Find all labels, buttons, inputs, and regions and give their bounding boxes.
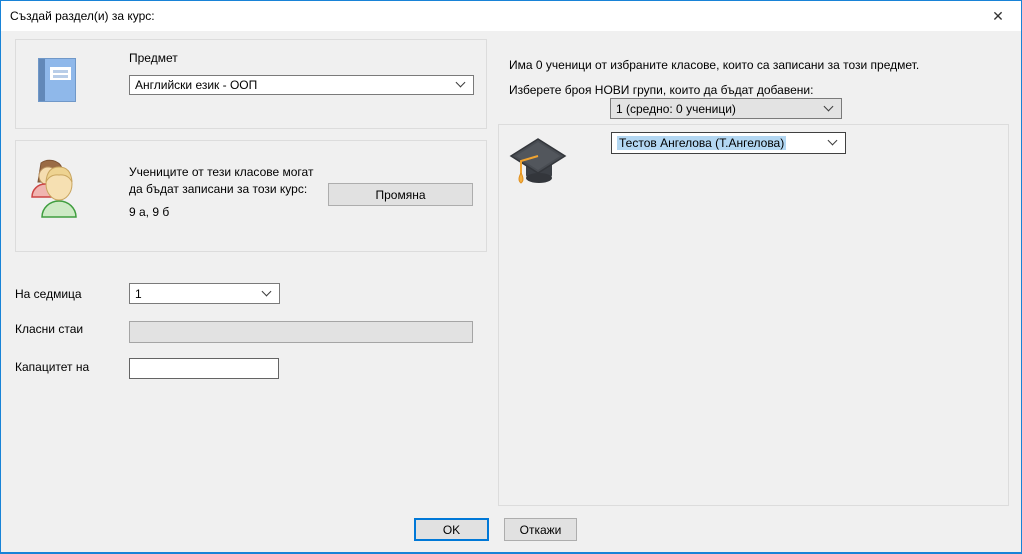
- teacher-combobox[interactable]: Тестов Ангелова (Т.Ангелова): [611, 132, 846, 154]
- teacher-combobox-value: Тестов Ангелова (Т.Ангелова): [617, 136, 786, 150]
- ok-button-label: OK: [443, 523, 460, 537]
- change-button-label: Промяна: [375, 188, 425, 202]
- chevron-down-icon: [828, 136, 838, 146]
- classrooms-field: [129, 321, 473, 343]
- change-button[interactable]: Промяна: [328, 183, 473, 206]
- capacity-input[interactable]: [129, 358, 279, 379]
- subject-combobox-value: Английски език - ООП: [135, 78, 257, 92]
- group-panel: [498, 124, 1009, 506]
- chevron-down-icon: [456, 78, 466, 88]
- book-icon: [38, 58, 76, 102]
- subject-combobox[interactable]: Английски език - ООП: [129, 75, 474, 95]
- capacity-label: Капацитет на: [15, 360, 89, 374]
- per-week-combobox[interactable]: 1: [129, 283, 280, 304]
- classes-description-line2: да бъдат записани за този курс:: [129, 182, 307, 196]
- classes-value: 9 а, 9 б: [129, 205, 169, 219]
- groups-count-value: 1 (средно: 0 ученици): [616, 102, 736, 116]
- classes-description-line1: Учениците от тези класове могат: [129, 165, 313, 179]
- cancel-button-label: Откажи: [520, 523, 562, 537]
- subject-label: Предмет: [129, 51, 178, 65]
- dialog-title: Създай раздел(и) за курс:: [10, 1, 155, 31]
- ok-button[interactable]: OK: [414, 518, 489, 541]
- titlebar: Създай раздел(и) за курс: ✕: [1, 1, 1021, 31]
- enrolled-info-text: Има 0 ученици от избраните класове, коит…: [509, 58, 919, 72]
- create-course-section-dialog: Създай раздел(и) за курс: ✕ Предмет Англ…: [0, 0, 1022, 554]
- per-week-combobox-value: 1: [135, 287, 142, 301]
- new-groups-prompt: Изберете броя НОВИ групи, които да бъдат…: [509, 83, 813, 97]
- groups-count-combobox[interactable]: 1 (средно: 0 ученици): [610, 98, 842, 119]
- close-button[interactable]: ✕: [981, 3, 1015, 29]
- graduation-cap-icon: [506, 134, 570, 190]
- close-icon: ✕: [992, 8, 1004, 25]
- chevron-down-icon: [262, 286, 272, 296]
- per-week-label: На седмица: [15, 287, 82, 301]
- cancel-button[interactable]: Откажи: [504, 518, 577, 541]
- chevron-down-icon: [824, 101, 834, 111]
- students-icon: [29, 157, 81, 219]
- classrooms-label: Класни стаи: [15, 322, 83, 336]
